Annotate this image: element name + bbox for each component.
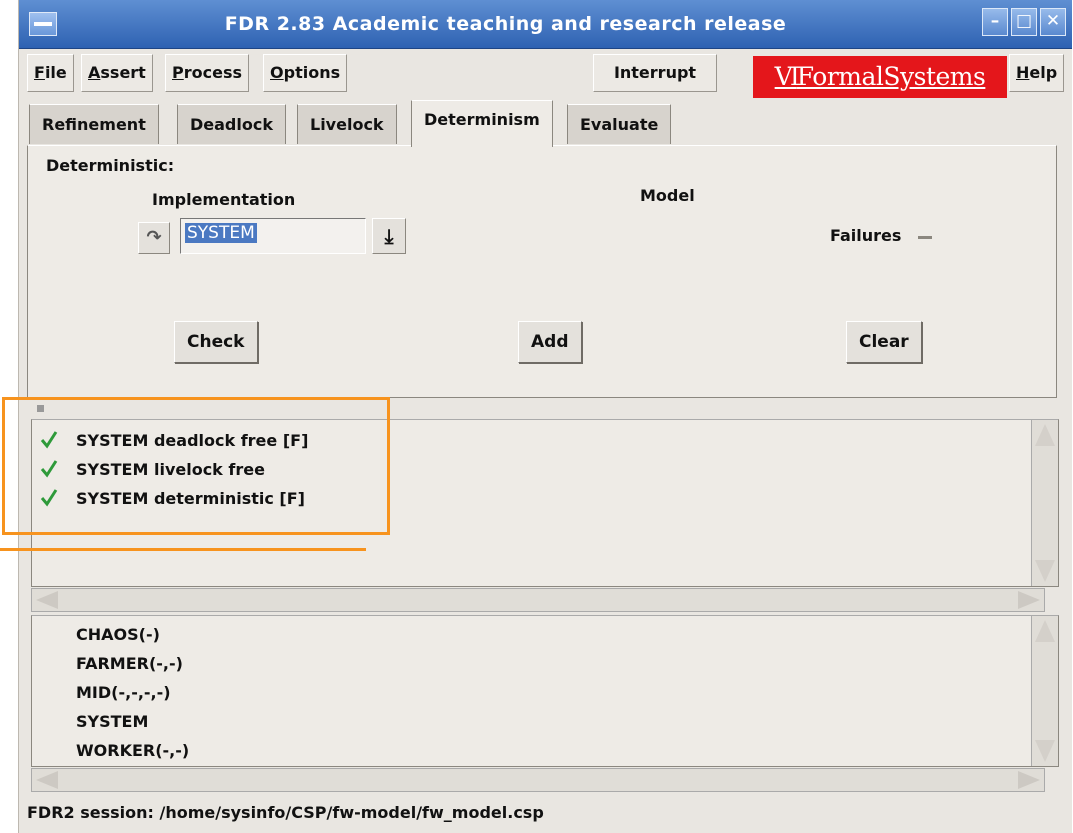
implementation-field[interactable]: SYSTEM — [180, 218, 366, 254]
implementation-label: Implementation — [152, 190, 296, 209]
highlight-box — [2, 397, 390, 535]
tab-livelock[interactable]: Livelock — [297, 104, 397, 144]
scroll-up-icon[interactable] — [1035, 620, 1055, 642]
model-value: Failures — [830, 226, 902, 245]
menu-assert[interactable]: Assert — [81, 54, 153, 92]
process-name: MID(-,-,-,-) — [76, 683, 171, 702]
panel-heading: Deterministic: — [46, 156, 175, 175]
process-name: CHAOS(-) — [76, 625, 160, 644]
title-bar[interactable]: FDR 2.83 Academic teaching and research … — [19, 0, 1072, 49]
pick-process-button[interactable]: ↷ — [138, 222, 170, 254]
scroll-right-icon[interactable] — [1018, 771, 1040, 789]
check-button[interactable]: Check — [174, 321, 258, 363]
implementation-value: SYSTEM — [185, 223, 257, 243]
implementation-dropdown-button[interactable]: ⤓ — [372, 218, 406, 254]
status-bar: FDR2 session: /home/sysinfo/CSP/fw-model… — [27, 803, 544, 822]
menu-file[interactable]: File — [27, 54, 74, 92]
process-name: SYSTEM — [76, 712, 149, 731]
model-label: Model — [640, 186, 695, 205]
results-horizontal-scrollbar[interactable] — [31, 588, 1045, 612]
tab-bar: Refinement Deadlock Livelock Determinism… — [19, 100, 1072, 147]
process-name: FARMER(-,-) — [76, 654, 183, 673]
tab-deadlock[interactable]: Deadlock — [177, 104, 286, 144]
window-title: FDR 2.83 Academic teaching and research … — [224, 13, 787, 35]
scroll-left-icon[interactable] — [36, 771, 58, 789]
scroll-up-icon[interactable] — [1035, 424, 1055, 446]
scroll-down-icon[interactable] — [1035, 740, 1055, 762]
scroll-right-icon[interactable] — [1018, 591, 1040, 609]
menu-help[interactable]: Help — [1009, 54, 1065, 92]
tab-evaluate[interactable]: Evaluate — [567, 104, 672, 144]
arrow-down-icon: ⤓ — [384, 224, 394, 248]
maximize-icon[interactable]: □ — [1011, 8, 1037, 36]
clear-button[interactable]: Clear — [846, 321, 922, 363]
add-button[interactable]: Add — [518, 321, 582, 363]
logo-text: FormalSystems — [796, 62, 986, 91]
tab-determinism[interactable]: Determinism — [411, 100, 553, 147]
determinism-panel: Deterministic: Implementation Model ↷ SY… — [27, 145, 1057, 398]
scroll-down-icon[interactable] — [1035, 560, 1055, 582]
menu-options[interactable]: Options — [263, 54, 348, 92]
tab-refinement[interactable]: Refinement — [29, 104, 159, 144]
process-list: CHAOS(-) FARMER(-,-) MID(-,-,-,-) SYSTEM… — [31, 615, 1059, 767]
option-menu-indicator-icon — [918, 236, 932, 239]
close-icon[interactable]: ✕ — [1040, 8, 1066, 36]
process-name: WORKER(-,-) — [76, 741, 190, 760]
logo-bars-icon: Ⅵ — [774, 62, 800, 91]
minimize-icon[interactable]: – — [982, 8, 1008, 36]
process-vertical-scrollbar[interactable] — [1031, 616, 1058, 766]
formal-systems-logo: ⅥFormalSystems — [753, 56, 1007, 98]
interrupt-button[interactable]: Interrupt — [593, 54, 717, 92]
menu-process[interactable]: Process — [165, 54, 249, 92]
process-horizontal-scrollbar[interactable] — [31, 768, 1045, 792]
model-option-menu[interactable]: Failures — [830, 226, 901, 245]
highlight-underline — [0, 548, 366, 551]
scroll-left-icon[interactable] — [36, 591, 58, 609]
results-vertical-scrollbar[interactable] — [1031, 420, 1058, 586]
redo-arrow-icon: ↷ — [146, 227, 162, 248]
